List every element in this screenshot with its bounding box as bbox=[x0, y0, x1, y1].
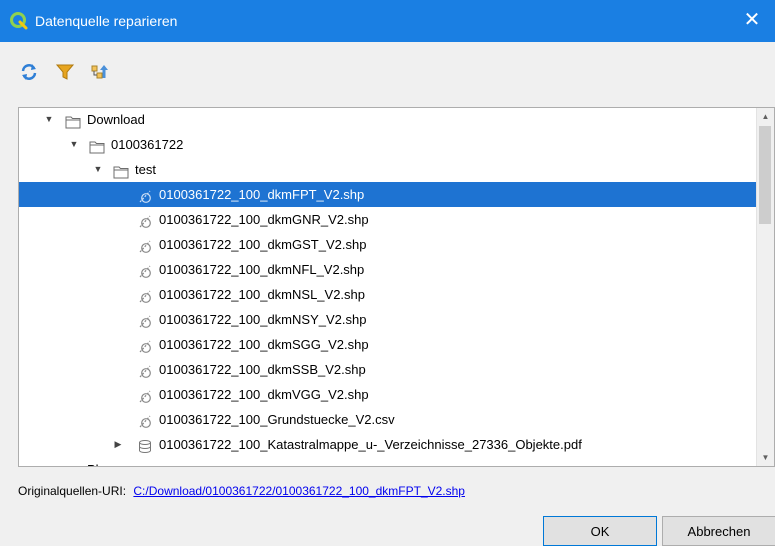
title-bar: Datenquelle reparieren ✕ bbox=[0, 0, 775, 42]
folder-icon bbox=[65, 112, 81, 129]
tree-row-label: 0100361722_100_Katastralmappe_u-_Verzeic… bbox=[159, 437, 582, 452]
uri-link[interactable]: C:/Download/0100361722/0100361722_100_dk… bbox=[133, 484, 465, 498]
toolbar bbox=[18, 62, 121, 90]
tree-row[interactable]: 0100361722_100_dkmNSL_V2.shp bbox=[19, 282, 756, 307]
vector-layer-icon bbox=[137, 412, 153, 428]
scroll-up-arrow-icon[interactable]: ▲ bbox=[757, 108, 774, 125]
vector-layer-icon bbox=[137, 387, 153, 403]
tree-row[interactable]: 0100361722_100_Grundstuecke_V2.csv bbox=[19, 407, 756, 432]
tree-row-label: 0100361722_100_dkmGST_V2.shp bbox=[159, 237, 367, 252]
folder-icon bbox=[89, 137, 105, 154]
vector-layer-icon bbox=[137, 187, 153, 203]
collapse-tree-icon bbox=[91, 65, 109, 79]
tree-row[interactable]: 0100361722_100_dkmSGG_V2.shp bbox=[19, 332, 756, 357]
vector-layer-icon bbox=[137, 362, 153, 378]
tree-row-label: 0100361722_100_Grundstuecke_V2.csv bbox=[159, 412, 395, 427]
tree-row-label: 0100361722_100_dkmNSY_V2.shp bbox=[159, 312, 367, 327]
window-title: Datenquelle reparieren bbox=[35, 13, 178, 29]
tree-row[interactable]: 0100361722_100_dkmNFL_V2.shp bbox=[19, 257, 756, 282]
tree-row-label: 0100361722_100_dkmNSL_V2.shp bbox=[159, 287, 366, 302]
cancel-button[interactable]: Abbrechen bbox=[662, 516, 775, 546]
vertical-scrollbar[interactable]: ▲ ▼ bbox=[756, 108, 774, 466]
tree-row[interactable]: ▶ Pl bbox=[19, 457, 756, 466]
tree-row[interactable]: ▶ 0100361722_100_Katastralmappe_u-_Verzei… bbox=[19, 432, 756, 457]
tree-row[interactable]: 0100361722_100_dkmGNR_V2.shp bbox=[19, 207, 756, 232]
expand-arrow-down-icon[interactable]: ▼ bbox=[68, 132, 80, 157]
tree-row[interactable]: 0100361722_100_dkmGST_V2.shp bbox=[19, 232, 756, 257]
tree-row[interactable]: 0100361722_100_dkmVGG_V2.shp bbox=[19, 382, 756, 407]
ok-button[interactable]: OK bbox=[543, 516, 657, 546]
tree-row-label: 0100361722_100_dkmSGG_V2.shp bbox=[159, 337, 369, 352]
uri-label: Originalquellen-URI: bbox=[18, 484, 127, 498]
vector-layer-icon bbox=[137, 212, 153, 228]
tree-row[interactable]: 0100361722_100_dkmNSY_V2.shp bbox=[19, 307, 756, 332]
folder-icon bbox=[65, 462, 81, 466]
scrollbar-thumb[interactable] bbox=[759, 126, 771, 224]
qgis-logo-icon bbox=[10, 12, 28, 30]
expand-arrow-right-icon[interactable]: ▶ bbox=[43, 457, 55, 466]
tree-row-label: Pl bbox=[87, 457, 99, 466]
tree-row[interactable]: 0100361722_100_dkmFPT_V2.shp bbox=[19, 182, 756, 207]
refresh-icon bbox=[21, 64, 37, 80]
close-button[interactable]: ✕ bbox=[729, 0, 775, 42]
tree-row-label: 0100361722_100_dkmSSB_V2.shp bbox=[159, 362, 366, 377]
collapse-tree-button[interactable] bbox=[89, 62, 111, 86]
vector-layer-icon bbox=[137, 287, 153, 303]
expand-arrow-down-icon[interactable]: ▼ bbox=[43, 108, 55, 132]
database-icon bbox=[137, 437, 153, 453]
tree-row-label: 0100361722_100_dkmFPT_V2.shp bbox=[159, 187, 365, 202]
tree-row-label: test bbox=[135, 162, 156, 177]
data-source-tree[interactable]: ▶ Pl ▶ 0100361722_100_Katastralmappe_u-_Ver… bbox=[18, 107, 775, 467]
tree-row-label: Download bbox=[87, 112, 145, 127]
expand-arrow-right-icon[interactable]: ▶ bbox=[112, 432, 124, 457]
vector-layer-icon bbox=[137, 337, 153, 353]
tree-row-label: 0100361722_100_dkmGNR_V2.shp bbox=[159, 212, 369, 227]
folder-icon bbox=[113, 162, 129, 179]
refresh-button[interactable] bbox=[18, 62, 40, 86]
scroll-down-arrow-icon[interactable]: ▼ bbox=[757, 449, 774, 466]
vector-layer-icon bbox=[137, 237, 153, 253]
tree-row-label: 0100361722_100_dkmVGG_V2.shp bbox=[159, 387, 369, 402]
close-icon: ✕ bbox=[743, 9, 761, 31]
tree-row[interactable]: ▼ test bbox=[19, 157, 756, 182]
tree-row[interactable]: ▼ 0100361722 bbox=[19, 132, 756, 157]
vector-layer-icon bbox=[137, 312, 153, 328]
vector-layer-icon bbox=[137, 262, 153, 278]
tree-row-label: 0100361722_100_dkmNFL_V2.shp bbox=[159, 262, 365, 277]
filter-button[interactable] bbox=[54, 62, 76, 86]
uri-row: Originalquellen-URI: C:/Download/0100361… bbox=[18, 484, 465, 498]
filter-icon bbox=[55, 64, 74, 80]
expand-arrow-down-icon[interactable]: ▼ bbox=[92, 157, 104, 182]
tree-row-label: 0100361722 bbox=[111, 137, 184, 152]
tree-row[interactable]: ▼ Download bbox=[19, 108, 756, 132]
tree-row[interactable]: 0100361722_100_dkmSSB_V2.shp bbox=[19, 357, 756, 382]
